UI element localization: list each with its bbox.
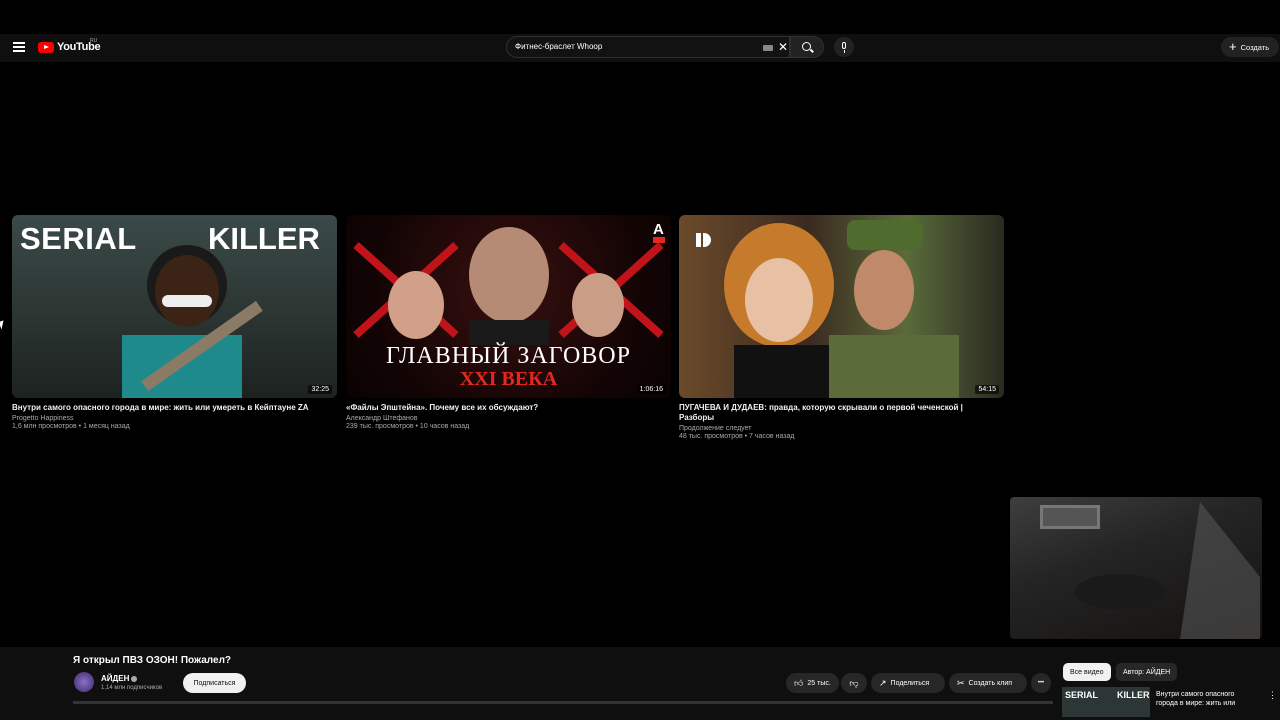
thumbnail-text: XXI ВЕКА [459, 368, 558, 390]
video-card[interactable]: A ГЛАВНЫЙ ЗАГОВОР XXI ВЕКА 1:06:16 «Файл… [346, 215, 671, 430]
subscribe-button[interactable]: Подписаться [183, 673, 246, 693]
video-title[interactable]: «Файлы Эпштейна». Почему все их обсуждаю… [346, 403, 666, 413]
subscriber-count: 1,14 млн подписчиков [101, 685, 163, 691]
like-count: 25 тыс. [807, 679, 831, 687]
channel-name[interactable]: АЙДЕН [101, 674, 138, 683]
search-icon [802, 42, 811, 51]
thumbnail-text: KILLER [208, 221, 320, 256]
video-meta: 239 тыс. просмотров • 10 часов назад [346, 423, 470, 430]
microphone-icon [842, 42, 846, 49]
mini-player-art [1075, 502, 1260, 639]
thumbnail-art [724, 220, 959, 398]
clear-search-icon[interactable]: ✕ [778, 41, 788, 53]
video-meta: 48 тыс. просмотров • 7 часов назад [679, 433, 795, 440]
channel-name[interactable]: Александр Штефанов [346, 415, 671, 422]
video-title[interactable]: ПУГАЧЕВА И ДУДАЕВ: правда, которую скрыв… [679, 403, 999, 423]
video-thumbnail[interactable]: SERIAL KILLER 32:25 [12, 215, 337, 398]
create-label: Создать [1240, 42, 1270, 52]
search-input[interactable]: Фитнес-браслет Whoop [515, 42, 755, 51]
dislike-button[interactable]: 👎︎ [841, 673, 867, 693]
channel-name[interactable]: Progetto Happiness [12, 415, 337, 422]
related-video-thumbnail[interactable]: SERIAL KILLER [1062, 687, 1150, 717]
search-box: Фитнес-браслет Whoop ✕ [506, 36, 790, 58]
verified-icon [131, 675, 138, 682]
thumbs-up-icon: 👍︎ [794, 677, 804, 688]
channel-logo: A [653, 221, 665, 243]
share-icon: ↗ [879, 677, 887, 688]
chip-all-videos[interactable]: Все видео [1063, 663, 1111, 681]
thumbnail-text: SERIAL [1065, 690, 1099, 700]
like-button[interactable]: 👍︎ 25 тыс. [786, 673, 839, 693]
plus-icon: + [1229, 39, 1237, 54]
search-button[interactable] [790, 36, 824, 58]
channel-name[interactable]: Продолжение следует [679, 425, 1004, 432]
video-thumbnail[interactable]: 54:15 [679, 215, 1004, 398]
clip-label: Создать клип [968, 679, 1013, 687]
channel-logo-icon [696, 233, 714, 247]
video-card[interactable]: SERIAL KILLER 32:25 Внутри самого опасно… [12, 215, 337, 430]
logo-region: RU [90, 38, 98, 44]
thumbs-down-icon: 👎︎ [849, 677, 859, 688]
mouse-cursor-icon [0, 320, 7, 330]
menu-icon[interactable] [13, 42, 25, 52]
video-card[interactable]: 54:15 ПУГАЧЕВА И ДУДАЕВ: правда, которую… [679, 215, 1004, 440]
video-meta: 1,6 млн просмотров • 1 месяц назад [12, 423, 130, 430]
progress-bar[interactable] [73, 701, 1053, 704]
duration-badge: 32:25 [308, 385, 332, 394]
player-info-bar: Я открыл ПВЗ ОЗОН! Пожалел? АЙДЕН 1,14 м… [0, 647, 1280, 720]
more-icon: ••• [1037, 680, 1045, 686]
channel-name-text: АЙДЕН [101, 674, 130, 683]
related-video-title[interactable]: Внутри самого опасного города в мире: жи… [1156, 690, 1256, 708]
share-label: Поделиться [890, 679, 930, 687]
thumbnail-text: SERIAL [20, 221, 137, 256]
youtube-play-icon [38, 41, 54, 53]
more-actions-button[interactable]: ••• [1031, 673, 1051, 693]
scissors-icon: ✂ [957, 677, 965, 688]
voice-search-button[interactable] [834, 37, 854, 57]
video-title: Я открыл ПВЗ ОЗОН! Пожалел? [73, 655, 232, 666]
youtube-logo[interactable]: YouTube RU [38, 38, 101, 53]
video-thumbnail[interactable]: A ГЛАВНЫЙ ЗАГОВОР XXI ВЕКА 1:06:16 [346, 215, 671, 398]
kebab-menu-icon[interactable]: ⋮ [1268, 690, 1277, 701]
create-button[interactable]: + Создать [1221, 37, 1279, 57]
avatar[interactable] [74, 672, 94, 692]
chip-author[interactable]: Автор: АЙДЕН [1116, 663, 1178, 681]
clip-button[interactable]: ✂ Создать клип [949, 673, 1027, 693]
mini-player[interactable] [1010, 497, 1262, 639]
top-bar: YouTube RU Фитнес-браслет Whoop ✕ + Созд… [0, 34, 1280, 62]
keyboard-icon[interactable] [763, 45, 773, 51]
video-title[interactable]: Внутри самого опасного города в мире: жи… [12, 403, 332, 413]
duration-badge: 54:15 [975, 385, 999, 394]
thumbnail-text: ГЛАВНЫЙ ЗАГОВОР [386, 343, 631, 369]
thumbnail-text: KILLER [1117, 690, 1150, 700]
share-button[interactable]: ↗ Поделиться [871, 673, 945, 693]
duration-badge: 1:06:16 [636, 385, 666, 394]
